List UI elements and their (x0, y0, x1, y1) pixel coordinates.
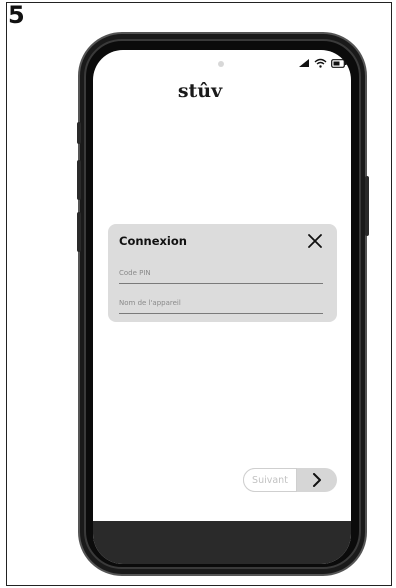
phone-side-button-mute (77, 122, 81, 144)
next-button[interactable] (297, 468, 337, 492)
step-number: 5 (8, 1, 25, 29)
phone-side-button-power (365, 176, 369, 236)
close-icon (308, 234, 322, 248)
status-bar (298, 58, 347, 68)
device-name-field[interactable] (119, 290, 323, 314)
phone-side-button-volume-down (77, 212, 81, 252)
camera-dot (218, 61, 224, 67)
next-button-group: Suivant (243, 468, 337, 492)
dialog-title: Connexion (119, 234, 187, 248)
device-name-input[interactable] (119, 299, 323, 307)
app-logo: stûv (177, 80, 223, 102)
connection-dialog: Connexion (108, 224, 337, 322)
battery-icon (331, 58, 347, 68)
signal-icon (298, 58, 310, 68)
phone-side-button-volume-up (77, 160, 81, 200)
pin-field[interactable] (119, 260, 323, 284)
pin-input[interactable] (119, 269, 323, 277)
wifi-icon (314, 58, 327, 68)
next-label[interactable]: Suivant (243, 468, 297, 492)
chevron-right-icon (313, 473, 321, 487)
bottom-bar (93, 521, 351, 564)
close-button[interactable] (304, 230, 326, 252)
